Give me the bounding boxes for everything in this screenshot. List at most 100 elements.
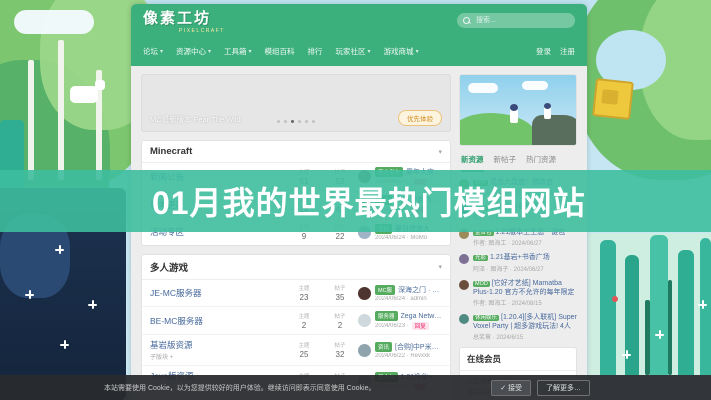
nav-item-shop[interactable]: 游戏商城 ▾	[384, 46, 419, 57]
sparkle-icon	[55, 245, 64, 254]
birch-trunk	[28, 60, 34, 180]
banner-caption: MC最新版本 Fear The Wild	[150, 114, 241, 125]
forum-row: 基岩版资源 子版块 + 主题 25 帖子 32	[142, 335, 450, 366]
last-post-meta: 2024/06/23 ·	[375, 323, 409, 329]
post-badge: 服务器	[375, 311, 398, 321]
posts-count: 2	[322, 321, 358, 330]
sidebar-list-item: 光影1.21基岩+书香广场 阿泽 · 图海子 · 2024/06/27	[459, 253, 577, 272]
post-badge: 资讯	[375, 342, 392, 352]
sidebar: 新资源 新帖子 热门资源 软件混合大改造！修改齿 粘土人偶ユーク改造 · 202…	[459, 74, 577, 400]
carousel-dot[interactable]	[277, 120, 280, 123]
chevron-down-icon: ▾	[416, 48, 419, 55]
nav-item-resources[interactable]: 资源中心 ▾	[176, 46, 211, 57]
carousel-banner[interactable]: MC最新版本 Fear The Wild 优先体验	[141, 74, 451, 132]
resource-meta: 作者: 图海工 · 2024/08/15	[473, 298, 577, 307]
rock-shape	[532, 115, 577, 146]
cloud	[522, 81, 548, 90]
resource-meta: 阿泽 · 图海子 · 2024/06/27	[473, 264, 550, 273]
forum-row: BE-MC服务器 主题 2 帖子 2	[142, 307, 450, 335]
register-button[interactable]: 注册	[560, 46, 575, 57]
nav-item-toolbox[interactable]: 工具箱 ▾	[224, 46, 252, 57]
nav-item-community[interactable]: 玩家社区 ▾	[336, 46, 371, 57]
tab-hot-resources[interactable]: 热门资源	[526, 154, 556, 168]
search-icon	[463, 17, 470, 24]
resource-link[interactable]: 光影1.21基岩+书香广场	[473, 253, 550, 262]
avatar	[358, 314, 371, 327]
character-head	[544, 103, 551, 109]
site-logo-subtitle: PIXELCRAFT	[179, 28, 575, 34]
nav-item-ranking[interactable]: 排行	[308, 46, 323, 57]
main-column: MC最新版本 Fear The Wild 优先体验 Minecraft ▾	[141, 74, 451, 400]
auth-links: 登录 注册	[536, 46, 575, 57]
forum-link[interactable]: BE-MC服务器	[150, 315, 286, 327]
birch-trunk	[58, 40, 64, 180]
threads-count: 25	[286, 350, 322, 359]
sparkle-icon	[622, 350, 631, 359]
carousel-dots	[277, 120, 315, 123]
resource-link[interactable]: MOD[它好才艺纸] Mamatba Plus-1.20 官方不允许的每年限定版…	[473, 279, 577, 297]
page-content: MC最新版本 Fear The Wild 优先体验 Minecraft ▾	[131, 66, 587, 400]
avatar	[358, 344, 371, 357]
last-post-meta: 2024/06/24 · MoMo	[375, 235, 427, 241]
last-post-meta: 2024/06/24 · admin	[375, 296, 427, 302]
forum-link[interactable]: 基岩版资源	[150, 339, 286, 351]
resource-badge: MOD	[473, 281, 490, 287]
avatar	[459, 254, 469, 264]
cookie-accept-button[interactable]: ✓ 接受	[491, 380, 531, 396]
last-post-link[interactable]: Zega Network	[401, 313, 442, 320]
chevron-down-icon: ▾	[160, 48, 163, 55]
resource-meta: 作者: 图海工 · 2024/06/27	[473, 238, 565, 247]
overlay-banner: 01月我的世界最热门模组网站	[0, 170, 711, 232]
chevron-down-icon: ▾	[208, 48, 211, 55]
carousel-dot[interactable]	[312, 120, 315, 123]
overlay-title: 01月我的世界最热门模组网站	[152, 178, 586, 224]
banner-cta-button[interactable]: 优先体验	[398, 110, 442, 126]
hill-shape	[459, 113, 536, 146]
sparkle-icon	[655, 330, 664, 339]
forum-link[interactable]: JE-MC服务器	[150, 287, 286, 299]
search-input[interactable]	[474, 16, 569, 25]
threads-count: 23	[286, 293, 322, 302]
threads-count: 9	[286, 232, 322, 241]
posts-count: 32	[322, 350, 358, 359]
nav-item-forum[interactable]: 论坛 ▾	[143, 46, 163, 57]
resource-badge: 休闲娱乐	[473, 315, 499, 321]
posts-count: 35	[322, 293, 358, 302]
collapse-icon[interactable]: ▾	[438, 148, 442, 156]
search-box[interactable]	[457, 13, 575, 28]
login-button[interactable]: 登录	[536, 46, 551, 57]
sidebar-list-item: MOD[它好才艺纸] Mamatba Plus-1.20 官方不允许的每年限定版…	[459, 279, 577, 307]
cloud	[14, 10, 94, 34]
carousel-dot[interactable]	[284, 120, 287, 123]
plant-stem	[668, 280, 672, 375]
last-post-meta: 2024/06/22 · Revxxk	[375, 353, 430, 359]
grass-blade	[600, 240, 616, 375]
grass-blade	[678, 250, 694, 375]
sparkle-icon	[25, 290, 34, 299]
collapse-icon[interactable]: ▾	[438, 263, 442, 271]
sparkle-icon	[60, 340, 69, 349]
resource-meta: 总奖章 · 2024/6/15	[473, 332, 577, 341]
resource-link[interactable]: 休闲娱乐[1.20.4][多人联机] Super Voxel Party | 超…	[473, 313, 577, 331]
yellow-crate-detail	[601, 89, 618, 105]
avatar	[459, 314, 469, 324]
carousel-dot-active[interactable]	[291, 120, 294, 123]
tab-new-posts[interactable]: 新帖子	[494, 154, 517, 168]
red-flower	[612, 296, 618, 302]
last-post-link[interactable]: 深海之门 · 云电 开始搭建积木服务器	[398, 285, 442, 295]
posts-count: 22	[322, 232, 358, 241]
chevron-down-icon: ▾	[249, 48, 252, 55]
sidebar-list-item: 休闲娱乐[1.20.4][多人联机] Super Voxel Party | 超…	[459, 313, 577, 341]
nav-item-wiki[interactable]: 模组百科	[265, 46, 295, 57]
carousel-dot[interactable]	[305, 120, 308, 123]
character-shape	[510, 109, 518, 123]
cookie-learn-more-button[interactable]: 了解更多…	[537, 380, 590, 396]
cookie-bar: 本站需要使用 Cookie，以为您提供较好的用户体验。继续访问即表示同意使用 C…	[0, 375, 711, 400]
carousel-dot[interactable]	[298, 120, 301, 123]
sidebar-promo-image[interactable]	[459, 74, 577, 146]
subforum-link[interactable]: 子版块 +	[150, 352, 286, 361]
sparkle-icon	[88, 300, 97, 309]
resource-badge: 光影	[473, 255, 488, 261]
last-post-link[interactable]: [合购]中P米人社招白	[395, 342, 442, 352]
character-head	[510, 104, 518, 111]
